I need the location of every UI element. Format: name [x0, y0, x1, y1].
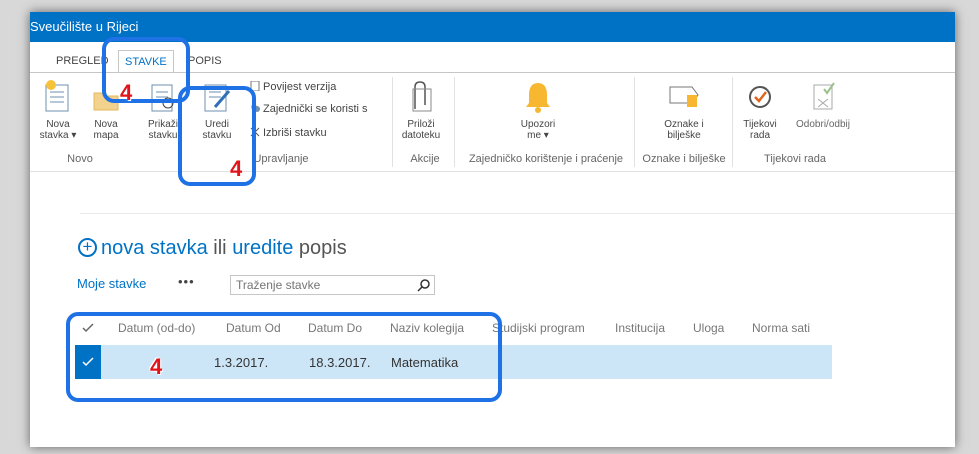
view-item-label-1: Prikaži: [147, 119, 178, 130]
attach-file-button[interactable]: Priloži datoteku: [398, 79, 444, 141]
highlight-edit-button: [178, 86, 256, 186]
approve-reject-icon: [813, 82, 835, 110]
workflows-label-2: rada: [749, 130, 770, 141]
new-item-connector: ili: [207, 237, 233, 259]
group-label-akcije: Akcije: [410, 153, 440, 165]
edit-list-link[interactable]: uredite: [232, 237, 293, 259]
bell-icon: [526, 83, 550, 113]
tags-notes-label-2: bilješke: [667, 130, 701, 141]
highlight-selected-row: [66, 312, 502, 402]
view-item-label-2: stavku: [148, 130, 178, 141]
new-item-link[interactable]: nova stavka: [101, 237, 208, 259]
column-header[interactable]: Uloga: [693, 321, 724, 335]
attach-file-label-2: datoteku: [401, 130, 441, 141]
workflows-button[interactable]: Tijekovi rada: [738, 79, 782, 141]
group-label-oznake: Oznake i bilješke: [642, 153, 726, 165]
new-item-tail: popis: [293, 237, 347, 259]
more-views-button[interactable]: •••: [178, 274, 195, 289]
approve-reject-label: Odobri/odbij: [796, 119, 850, 130]
content-divider: [80, 213, 955, 214]
tags-notes-button[interactable]: Oznake i bilješke: [658, 79, 710, 141]
new-item-label-1: Nova: [46, 119, 70, 130]
ribbon-divider: [392, 77, 393, 167]
alert-me-label-1: Upozori: [520, 119, 556, 130]
approve-reject-button[interactable]: Odobri/odbij: [788, 79, 858, 130]
step-number-annotation: 4: [120, 80, 133, 105]
tags-notes-label-1: Oznake i: [664, 119, 704, 130]
new-folder-label-1: Nova: [94, 119, 118, 130]
step-number-annotation: 4: [230, 156, 243, 181]
alert-me-button[interactable]: Upozori me ▾: [510, 79, 566, 141]
tag-icon: [669, 86, 699, 107]
site-title[interactable]: Sveučilište u Rijeci: [30, 19, 138, 34]
shared-with-button[interactable]: Zajednički se koristi s: [250, 101, 368, 117]
workflow-icon: [749, 86, 771, 108]
paperclip-icon: [412, 81, 432, 112]
search-icon[interactable]: [417, 278, 431, 292]
new-item-label-2: stavka ▾: [39, 130, 77, 141]
ribbon-divider: [732, 77, 733, 167]
new-item-icon: [45, 80, 69, 112]
add-icon[interactable]: +: [78, 238, 97, 257]
version-history-label: Povijest verzija: [263, 81, 337, 93]
shared-with-label: Zajednički se koristi s: [263, 103, 368, 115]
delete-item-button[interactable]: Izbriši stavku: [250, 125, 327, 141]
view-my-items[interactable]: Moje stavke: [77, 276, 146, 291]
new-item-button[interactable]: Nova stavka ▾: [38, 79, 78, 141]
highlight-stavke-tab: [102, 37, 190, 103]
column-header[interactable]: Norma sati: [752, 321, 810, 335]
group-label-novo: Novo: [67, 153, 93, 165]
attach-file-label-1: Priloži: [407, 119, 435, 130]
version-history-button[interactable]: Povijest verzija: [250, 79, 336, 95]
workflows-label-1: Tijekovi: [743, 119, 777, 130]
column-header[interactable]: Institucija: [615, 321, 665, 335]
new-item-heading: + nova stavka ili uredite popis: [78, 237, 347, 260]
new-folder-label-2: mapa: [93, 130, 119, 141]
delete-item-label: Izbriši stavku: [263, 127, 327, 139]
group-label-tijekovi: Tijekovi rada: [764, 153, 826, 165]
step-number-annotation: 4: [150, 354, 163, 379]
group-label-zajednicko: Zajedničko korištenje i praćenje: [468, 153, 624, 165]
alert-me-label-2: me ▾: [527, 130, 549, 141]
search-input[interactable]: [230, 275, 435, 295]
column-header[interactable]: Studijski program: [492, 321, 585, 335]
